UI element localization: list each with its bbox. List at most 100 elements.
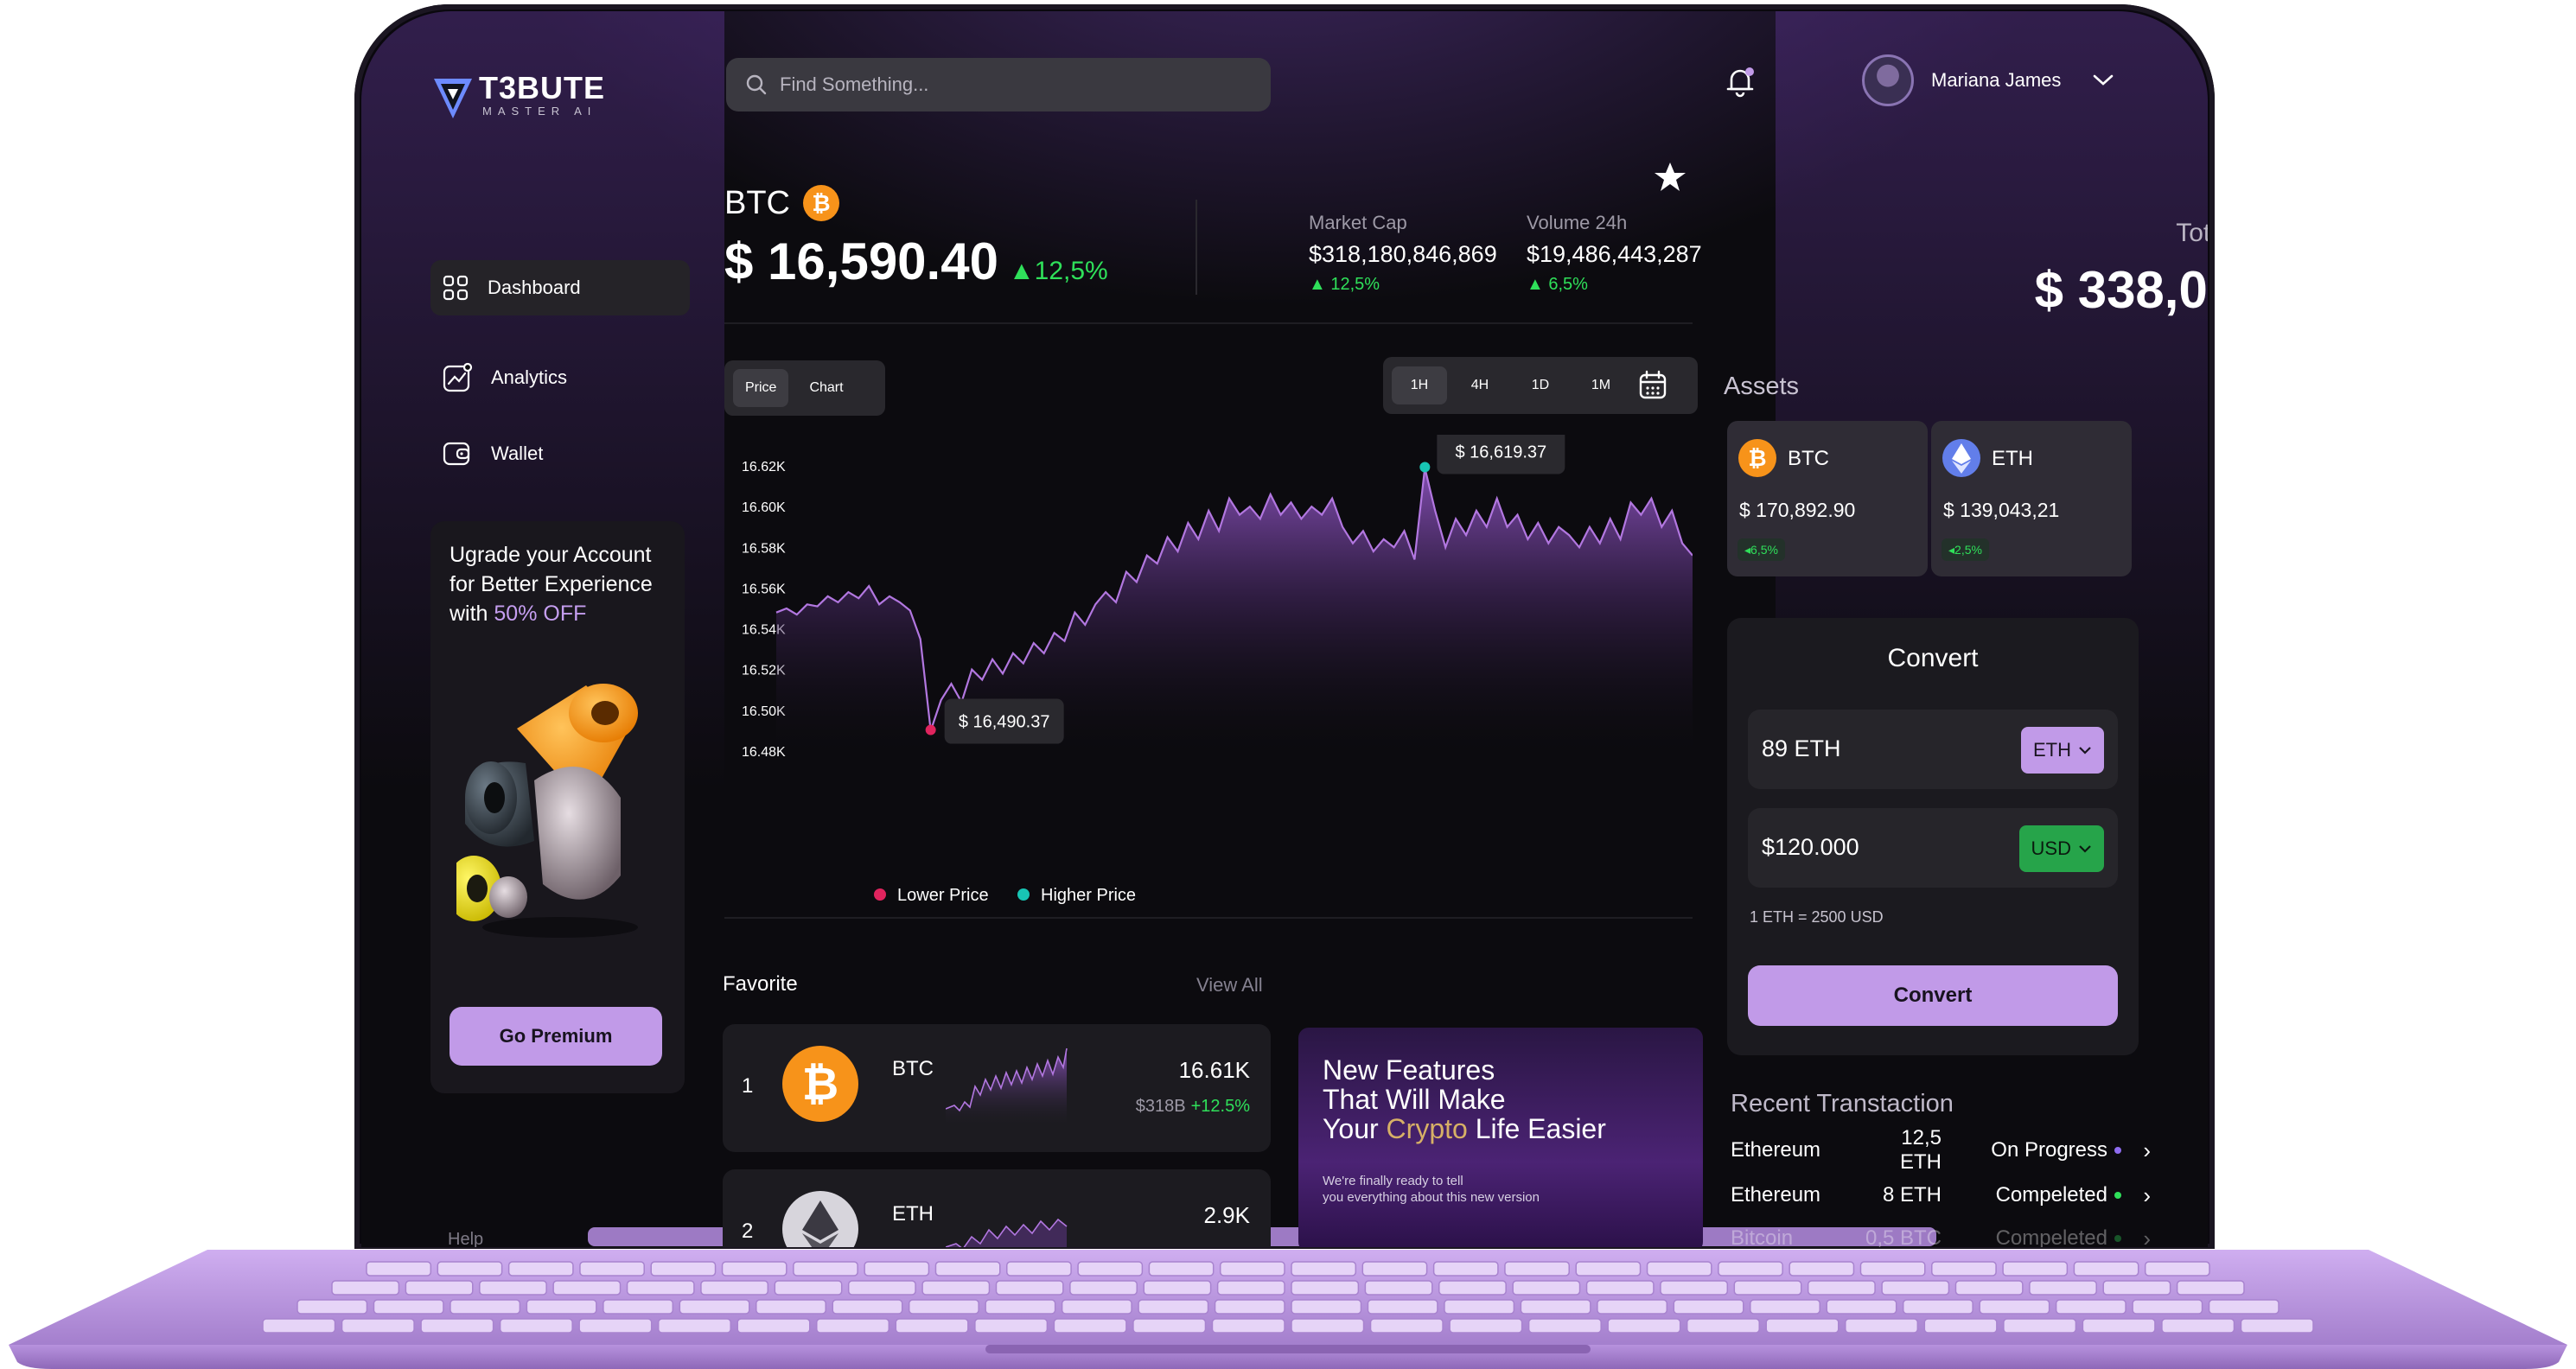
promo-line-1: Ugrade your Account [450,543,652,567]
sidebar-item-dashboard[interactable]: Dashboard [430,260,690,315]
keyboard-key [1733,1280,1802,1296]
transaction-status-text: Compeleted [1995,1226,2107,1247]
keyboard-key [1646,1261,1712,1277]
chevron-right-icon[interactable]: › [2121,1182,2151,1209]
convert-to-currency-select[interactable]: USD [2018,825,2104,872]
keyboard-key [2002,1261,2069,1277]
keyboard-key [1902,1299,1973,1315]
keyboard-key [420,1318,494,1334]
keyboard-key [1364,1280,1433,1296]
coin-header: BTC ₿ [724,184,840,222]
notification-button[interactable] [1718,60,1762,103]
range-1h[interactable]: 1H [1392,366,1447,404]
svg-text:₿: ₿ [812,191,830,217]
brand-logo[interactable]: T3BUTE MASTER AI [430,63,629,132]
chart-view-tabs: Price Chart [724,360,885,416]
keyboard-key [579,1261,645,1277]
convert-to-currency: USD [2031,837,2071,859]
convert-button[interactable]: Convert [1748,965,2118,1026]
coin-price-row: $ 16,590.40 ▲12,5% [724,232,1108,291]
keyboard-key [756,1299,826,1315]
keyboard-key [1686,1318,1760,1334]
keyboard-key [1361,1261,1428,1277]
keyboard-key [1148,1261,1215,1277]
keyboard-key [1061,1299,1132,1315]
range-1m[interactable]: 1M [1573,366,1629,404]
transaction-row[interactable]: Ethereum 8 ETH Compeleted › [1731,1176,2151,1214]
legend-marker [1017,888,1030,901]
keyboard-key [2073,1261,2139,1277]
keyboard-key [1444,1299,1515,1315]
keyboard-key [895,1318,969,1334]
promo-discount: 50% OFF [494,602,587,626]
keyboard-key [908,1299,979,1315]
asset-value: $ 139,043,21 [1943,499,2060,521]
keyboard-key [1826,1299,1897,1315]
keyboard-key [736,1318,811,1334]
y-tick-label: 16.60K [742,500,786,515]
bitcoin-icon: ₿ [803,185,839,221]
wallet-icon [443,442,470,466]
user-name: Mariana James [1931,69,2062,91]
go-premium-button[interactable]: Go Premium [450,1007,662,1066]
upgrade-promo-card: Ugrade your Account for Better Experienc… [430,521,685,1093]
favorite-item-eth[interactable]: 2 ETH 2.9K [723,1169,1271,1247]
chevron-right-icon[interactable]: › [2121,1226,2151,1248]
range-1d[interactable]: 1D [1513,366,1568,404]
transaction-row[interactable]: Ethereum 12,5 ETH On Progress › [1731,1126,2151,1174]
keyboard-key [2144,1261,2210,1277]
help-link[interactable]: Help [448,1230,483,1247]
transaction-row[interactable]: Bitcoin 0,5 BTC Compeleted › [1731,1219,2151,1248]
features-line-1: New Features [1323,1054,1495,1086]
asset-card-btc[interactable]: ₿ BTC $ 170,892.90 ◂6,5% [1727,421,1928,576]
search-bar[interactable]: Find Something... [726,58,1271,111]
keyboard-key [974,1318,1049,1334]
keyboard-key [1750,1299,1820,1315]
brand-tagline: MASTER AI [482,105,597,118]
tab-price[interactable]: Price [733,369,789,407]
favorite-item-btc[interactable]: 1 ₿ BTC 16.61K $318B +12.5% [723,1024,1271,1152]
keyboard-key [552,1280,622,1296]
keyboard-key [700,1280,769,1296]
favorite-star-button[interactable] [1653,160,1687,194]
tab-chart[interactable]: Chart [797,369,855,407]
convert-title: Convert [1887,644,1979,672]
sidebar-item-wallet[interactable]: Wallet [430,426,690,481]
sidebar-item-analytics[interactable]: Analytics [430,350,690,405]
chevron-right-icon[interactable]: › [2121,1137,2151,1164]
keyboard-key [2055,1299,2126,1315]
transaction-amount: 8 ETH [1882,1183,1942,1207]
range-4h[interactable]: 4H [1452,366,1508,404]
keyboard-key [934,1261,1001,1277]
bell-icon [1726,67,1754,98]
low-price-point[interactable] [925,724,936,735]
low-price-label: $ 16,490.37 [959,713,1050,732]
divider [724,322,1693,324]
stat-label: Market Cap [1309,212,1407,233]
bitcoin-icon: ₿ [782,1046,858,1122]
keyboard-key [2029,1280,2097,1296]
favorite-symbol: BTC [892,1057,934,1080]
calendar-icon[interactable] [1634,366,1672,404]
asset-card-eth[interactable]: ETH $ 139,043,21 ◂2,5% [1931,421,2132,576]
market-cap-stat: Market Cap $318,180,846,869 ▲ 12,5% [1309,212,1497,295]
features-line-2: That Will Make [1323,1084,1506,1115]
keyboard-key [331,1280,400,1296]
view-all-link[interactable]: View All [1196,974,1263,997]
convert-from-currency-select[interactable]: ETH [2021,727,2104,774]
keyboard-key [650,1261,717,1277]
new-features-card[interactable]: New Features That Will Make Your Crypto … [1298,1028,1703,1247]
promo-line-2: for Better Experience [450,572,653,596]
bitcoin-icon: ₿ [1738,439,1776,477]
user-menu[interactable]: Mariana James [1862,46,2147,115]
keyboard-key [1077,1261,1144,1277]
stat-value: $318,180,846,869 [1309,241,1497,267]
keyboard-key [1291,1299,1362,1315]
search-icon [746,74,767,95]
high-price-point[interactable] [1419,462,1431,473]
convert-from-field[interactable]: 89 ETH ETH [1748,710,2118,789]
convert-to-field[interactable]: $120.000 USD [1748,808,2118,888]
features-line-3: Your Crypto Life Easier [1323,1114,1668,1143]
transaction-name: Bitcoin [1731,1226,1794,1247]
keyboard-key [1369,1318,1444,1334]
